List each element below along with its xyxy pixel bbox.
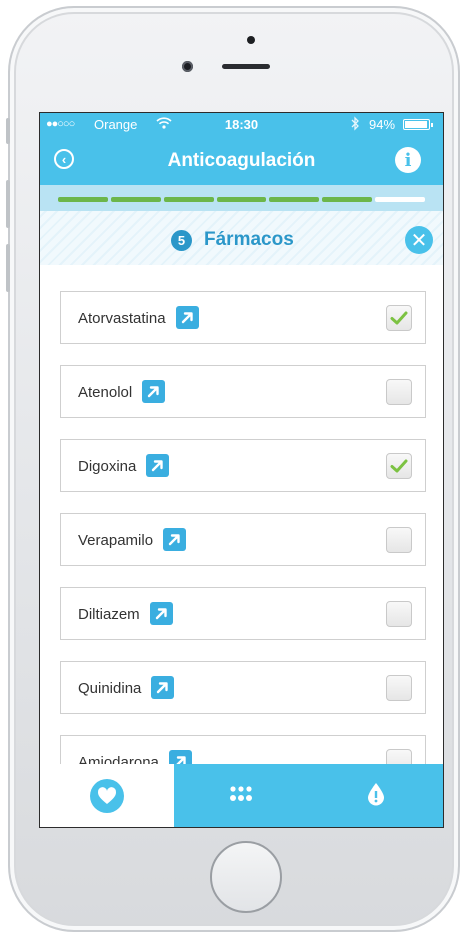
drug-name: Diltiazem — [78, 606, 140, 623]
dots-grid-icon — [228, 784, 254, 809]
open-link-icon[interactable] — [142, 380, 165, 403]
open-link-icon[interactable] — [146, 454, 169, 477]
bluetooth-icon — [350, 116, 360, 134]
open-link-icon[interactable] — [151, 676, 174, 699]
progress-segment — [110, 197, 161, 202]
progress-segment — [375, 197, 426, 202]
volume-up-button — [6, 180, 10, 228]
status-bar: ●●○○○ Orange 18:30 94% — [40, 113, 443, 137]
progress-segment — [269, 197, 320, 202]
open-link-icon[interactable] — [150, 602, 173, 625]
progress-segment — [58, 197, 108, 202]
drug-name: Quinidina — [78, 680, 142, 697]
section-header: 5 Fármacos ✕ — [40, 211, 443, 265]
progress-area — [40, 185, 443, 211]
drug-row[interactable]: Quinidina — [60, 661, 426, 714]
battery-icon — [403, 119, 433, 130]
drug-row[interactable]: Verapamilo — [60, 513, 426, 566]
step-progress-bar — [58, 197, 426, 202]
earpiece-speaker — [222, 64, 270, 69]
open-link-icon[interactable] — [176, 306, 199, 329]
app-screen: ●●○○○ Orange 18:30 94% ‹ Anticoagulación… — [39, 112, 444, 828]
volume-down-button — [6, 244, 10, 292]
mute-switch — [6, 118, 10, 144]
progress-segment — [216, 197, 267, 202]
heart-drop-icon — [90, 779, 125, 813]
progress-segment — [163, 197, 214, 202]
drug-checkbox[interactable] — [386, 453, 412, 479]
battery-percent: 94% — [369, 117, 396, 132]
drug-row[interactable]: Digoxina — [60, 439, 426, 492]
close-icon[interactable]: ✕ — [405, 226, 433, 254]
home-button[interactable] — [210, 841, 282, 913]
drug-name: Digoxina — [78, 458, 137, 475]
progress-segment — [322, 197, 373, 202]
drug-checkbox[interactable] — [386, 601, 412, 627]
nav-bar: ‹ Anticoagulación i — [40, 137, 443, 185]
page-title: Anticoagulación — [167, 150, 316, 171]
tab-heart[interactable] — [40, 764, 175, 827]
tab-bar — [40, 764, 443, 827]
tab-drops[interactable] — [174, 764, 309, 827]
drug-row[interactable]: Atenolol — [60, 365, 426, 418]
info-icon[interactable]: i — [395, 147, 421, 173]
front-camera — [182, 61, 193, 72]
drug-checkbox[interactable] — [386, 379, 412, 405]
drug-checkbox[interactable] — [386, 527, 412, 553]
drug-checkbox[interactable] — [386, 305, 412, 331]
drug-name: Verapamilo — [78, 532, 154, 549]
drug-row[interactable]: Atorvastatina — [60, 291, 426, 344]
proximity-sensor — [247, 36, 255, 44]
tab-alert[interactable] — [308, 764, 443, 827]
step-number-badge: 5 — [171, 230, 192, 251]
drug-row[interactable]: Diltiazem — [60, 587, 426, 640]
section-title: Fármacos — [204, 229, 294, 250]
drug-name: Atenolol — [78, 384, 133, 401]
drug-checkbox[interactable] — [386, 675, 412, 701]
open-link-icon[interactable] — [163, 528, 186, 551]
alert-drop-icon — [366, 782, 386, 811]
drug-name: Atorvastatina — [78, 310, 166, 327]
